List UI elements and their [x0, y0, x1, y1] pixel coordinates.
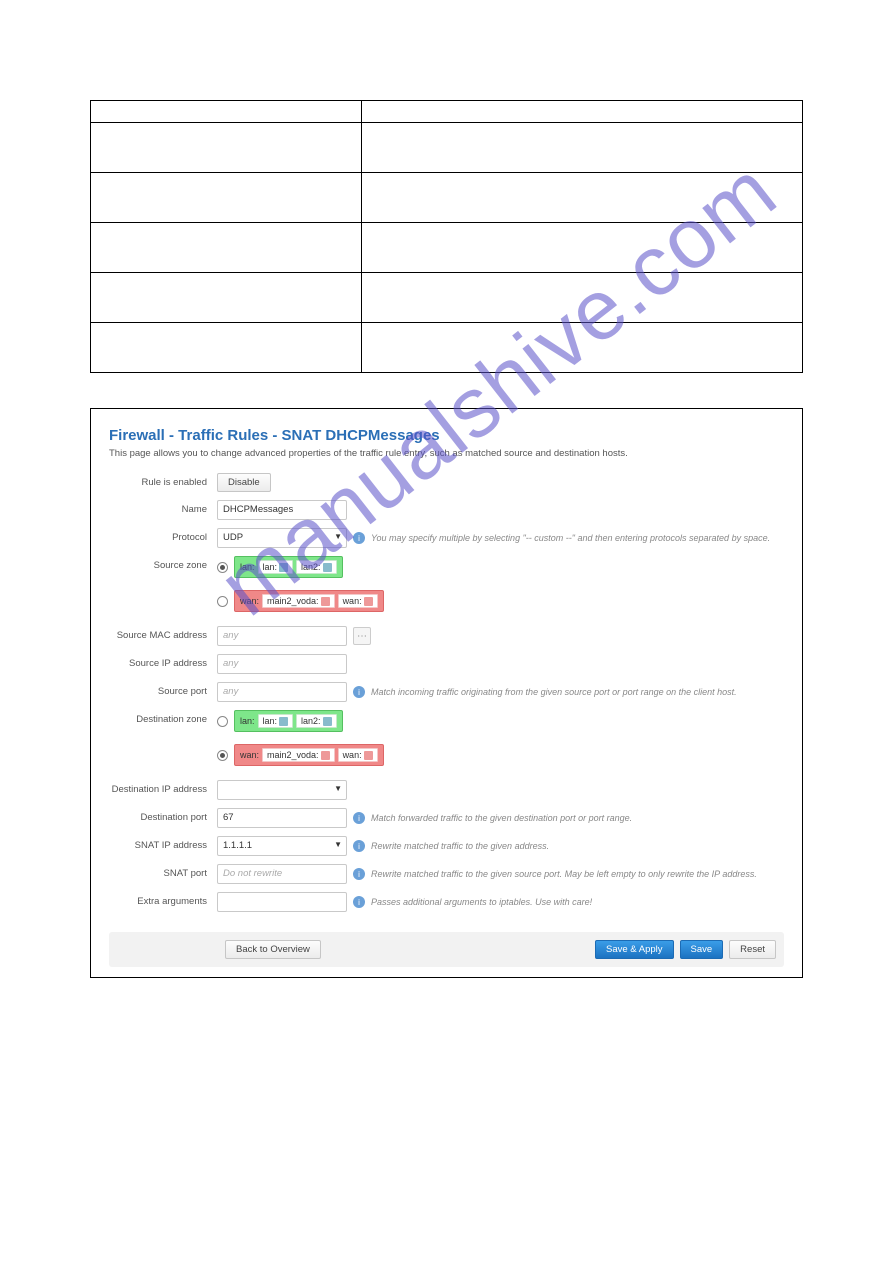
row-source-ip: Source IP address any: [109, 654, 784, 674]
label-source-port: Source port: [109, 682, 217, 697]
label-rule-enabled: Rule is enabled: [109, 473, 217, 488]
row-source-port: Source port any i Match incoming traffic…: [109, 682, 784, 702]
label-name: Name: [109, 500, 217, 515]
disable-button[interactable]: Disable: [217, 473, 271, 492]
label-extra: Extra arguments: [109, 892, 217, 907]
dest-port-input[interactable]: 67: [217, 808, 347, 828]
wan-icon: [321, 597, 330, 606]
label-dest-ip: Destination IP address: [109, 780, 217, 795]
row-dest-ip: Destination IP address: [109, 780, 784, 800]
help-protocol: You may specify multiple by selecting "-…: [371, 533, 770, 543]
row-dest-zone: Destination zone lan: lan: lan2: wan: ma…: [109, 710, 784, 772]
firewall-rule-panel: Firewall - Traffic Rules - SNAT DHCPMess…: [90, 408, 803, 978]
info-icon: i: [353, 896, 365, 908]
row-snat-port: SNAT port Do not rewrite i Rewrite match…: [109, 864, 784, 884]
help-snat-ip: Rewrite matched traffic to the given add…: [371, 841, 549, 851]
back-button[interactable]: Back to Overview: [225, 940, 321, 959]
save-apply-button[interactable]: Save & Apply: [595, 940, 674, 959]
action-bar: Back to Overview Save & Apply Save Reset: [109, 932, 784, 967]
net-icon: [279, 563, 288, 572]
wan-icon: [364, 597, 373, 606]
snat-ip-select[interactable]: 1.1.1.1: [217, 836, 347, 856]
info-icon: i: [353, 868, 365, 880]
info-icon: i: [353, 532, 365, 544]
label-dest-zone: Destination zone: [109, 710, 217, 725]
picker-icon[interactable]: ⋯: [353, 627, 371, 645]
label-source-mac: Source MAC address: [109, 626, 217, 641]
source-port-input[interactable]: any: [217, 682, 347, 702]
row-extra: Extra arguments i Passes additional argu…: [109, 892, 784, 912]
help-snat-port: Rewrite matched traffic to the given sou…: [371, 869, 757, 879]
protocol-select[interactable]: UDP: [217, 528, 347, 548]
page-title: Firewall - Traffic Rules - SNAT DHCPMess…: [109, 427, 784, 444]
reset-button[interactable]: Reset: [729, 940, 776, 959]
wan-icon: [321, 751, 330, 760]
info-icon: i: [353, 840, 365, 852]
zone-wan[interactable]: wan: main2_voda: wan:: [234, 744, 384, 766]
radio-dest-wan[interactable]: [217, 750, 228, 761]
label-protocol: Protocol: [109, 528, 217, 543]
row-rule-enabled: Rule is enabled Disable: [109, 473, 784, 492]
snat-port-input[interactable]: Do not rewrite: [217, 864, 347, 884]
label-snat-port: SNAT port: [109, 864, 217, 879]
help-extra: Passes additional arguments to iptables.…: [371, 897, 592, 907]
save-button[interactable]: Save: [680, 940, 724, 959]
radio-dest-lan[interactable]: [217, 716, 228, 727]
row-name: Name DHCPMessages: [109, 500, 784, 520]
doc-spec-table: [90, 100, 803, 373]
label-source-ip: Source IP address: [109, 654, 217, 669]
dest-ip-select[interactable]: [217, 780, 347, 800]
extra-input[interactable]: [217, 892, 347, 912]
row-snat-ip: SNAT IP address 1.1.1.1 i Rewrite matche…: [109, 836, 784, 856]
row-protocol: Protocol UDP i You may specify multiple …: [109, 528, 784, 548]
source-ip-input[interactable]: any: [217, 654, 347, 674]
wan-icon: [364, 751, 373, 760]
net-icon: [279, 717, 288, 726]
help-dest-port: Match forwarded traffic to the given des…: [371, 813, 632, 823]
row-dest-port: Destination port 67 i Match forwarded tr…: [109, 808, 784, 828]
name-input[interactable]: DHCPMessages: [217, 500, 347, 520]
source-mac-input[interactable]: any: [217, 626, 347, 646]
help-source-port: Match incoming traffic originating from …: [371, 687, 737, 697]
info-icon: i: [353, 686, 365, 698]
zone-wan[interactable]: wan: main2_voda: wan:: [234, 590, 384, 612]
radio-source-lan[interactable]: [217, 562, 228, 573]
zone-lan[interactable]: lan: lan: lan2:: [234, 556, 343, 578]
radio-source-wan[interactable]: [217, 596, 228, 607]
row-source-zone: Source zone lan: lan: lan2: wan: main2_v…: [109, 556, 784, 618]
zone-lan[interactable]: lan: lan: lan2:: [234, 710, 343, 732]
net-icon: [323, 563, 332, 572]
label-dest-port: Destination port: [109, 808, 217, 823]
net-icon: [323, 717, 332, 726]
page-description: This page allows you to change advanced …: [109, 448, 784, 459]
info-icon: i: [353, 812, 365, 824]
row-source-mac: Source MAC address any ⋯: [109, 626, 784, 646]
label-snat-ip: SNAT IP address: [109, 836, 217, 851]
label-source-zone: Source zone: [109, 556, 217, 571]
